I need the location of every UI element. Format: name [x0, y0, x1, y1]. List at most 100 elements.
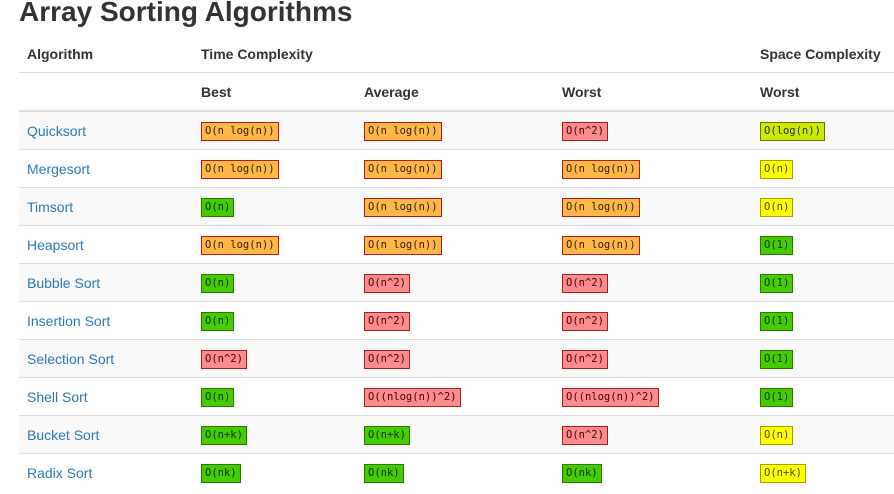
best-cell: O(n) [193, 187, 356, 226]
algorithm-link[interactable]: Heapsort [27, 237, 84, 253]
space-cell: O(1) [752, 377, 894, 416]
average-cell: O(n^2) [356, 301, 554, 340]
best-complexity-badge: O(n^2) [201, 349, 247, 369]
space-complexity-badge: O(1) [760, 311, 794, 331]
average-cell: O(n log(n)) [356, 187, 554, 226]
best-complexity-badge: O(n) [201, 311, 235, 331]
algorithm-link[interactable]: Radix Sort [27, 465, 92, 481]
best-complexity-badge: O(n log(n)) [201, 235, 279, 255]
space-cell: O(1) [752, 301, 894, 340]
best-complexity-badge: O(n) [201, 273, 235, 293]
best-complexity-badge: O(n log(n)) [201, 159, 279, 179]
average-complexity-badge: O(n^2) [364, 349, 410, 369]
table-row: Mergesort O(n log(n)) O(n log(n)) O(n log(n… [19, 149, 894, 188]
worst-complexity-badge: O(n log(n)) [562, 235, 640, 255]
space-complexity-badge: O(n) [760, 159, 794, 179]
average-cell: O(n+k) [356, 415, 554, 454]
algorithm-cell: Shell Sort [19, 377, 193, 416]
algorithm-link[interactable]: Selection Sort [27, 351, 114, 367]
sorting-complexity-table: Algorithm Time Complexity Space Complexi… [19, 36, 894, 491]
average-complexity-badge: O((nlog(n))^2) [364, 387, 461, 407]
worst-cell: O(n^2) [554, 263, 752, 302]
algorithm-link[interactable]: Shell Sort [27, 389, 88, 405]
average-complexity-badge: O(n^2) [364, 311, 410, 331]
space-cell: O(1) [752, 225, 894, 264]
header-space-worst: Worst [752, 72, 894, 112]
best-cell: O(n) [193, 263, 356, 302]
space-complexity-badge: O(1) [760, 349, 794, 369]
page-title: Array Sorting Algorithms [19, 0, 353, 27]
space-cell: O(log(n)) [752, 110, 894, 150]
average-cell: O(n log(n)) [356, 225, 554, 264]
average-cell: O(n log(n)) [356, 110, 554, 150]
space-cell: O(1) [752, 339, 894, 378]
best-complexity-badge: O(n) [201, 197, 235, 217]
worst-cell: O(n^2) [554, 301, 752, 340]
header-algorithm: Algorithm [19, 36, 193, 73]
average-cell: O((nlog(n))^2) [356, 377, 554, 416]
best-cell: O(n) [193, 377, 356, 416]
worst-cell: O(n log(n)) [554, 225, 752, 264]
space-complexity-badge: O(n+k) [760, 463, 806, 483]
algorithm-link[interactable]: Bubble Sort [27, 275, 100, 291]
space-cell: O(n) [752, 415, 894, 454]
best-cell: O(n log(n)) [193, 225, 356, 264]
worst-complexity-badge: O(nk) [562, 463, 602, 483]
header-space-complexity: Space Complexity [752, 36, 894, 73]
space-complexity-badge: O(1) [760, 387, 794, 407]
algorithm-link[interactable]: Timsort [27, 199, 73, 215]
average-cell: O(n^2) [356, 339, 554, 378]
average-complexity-badge: O(n log(n)) [364, 235, 442, 255]
average-complexity-badge: O(n log(n)) [364, 159, 442, 179]
table-row: Insertion Sort O(n) O(n^2) O(n^2) O(1) [19, 301, 894, 340]
table-row: Quicksort O(n log(n)) O(n log(n)) O(n^2) O(l… [19, 110, 894, 150]
worst-cell: O(nk) [554, 453, 752, 491]
table-body: Quicksort O(n log(n)) O(n log(n)) O(n^2) O(l… [19, 110, 894, 491]
best-cell: O(nk) [193, 453, 356, 491]
algorithm-cell: Quicksort [19, 110, 193, 150]
worst-cell: O(n log(n)) [554, 149, 752, 188]
algorithm-link[interactable]: Quicksort [27, 123, 86, 139]
algorithm-link[interactable]: Bucket Sort [27, 427, 99, 443]
space-complexity-badge: O(1) [760, 273, 794, 293]
algorithm-link[interactable]: Mergesort [27, 161, 90, 177]
table-row: Timsort O(n) O(n log(n)) O(n log(n)) O(n) [19, 187, 894, 226]
space-cell: O(n) [752, 187, 894, 226]
algorithm-cell: Insertion Sort [19, 301, 193, 340]
space-complexity-badge: O(n) [760, 197, 794, 217]
table-row: Radix Sort O(nk) O(nk) O(nk) O(n+k) [19, 453, 894, 491]
average-complexity-badge: O(nk) [364, 463, 404, 483]
worst-cell: O(n^2) [554, 339, 752, 378]
space-complexity-badge: O(log(n)) [760, 121, 825, 141]
space-cell: O(n) [752, 149, 894, 188]
table-row: Shell Sort O(n) O((nlog(n))^2) O((nlog(n))^… [19, 377, 894, 416]
best-complexity-badge: O(nk) [201, 463, 241, 483]
worst-cell: O(n log(n)) [554, 187, 752, 226]
worst-complexity-badge: O(n^2) [562, 349, 608, 369]
best-cell: O(n) [193, 301, 356, 340]
worst-complexity-badge: O(n^2) [562, 121, 608, 141]
worst-cell: O((nlog(n))^2) [554, 377, 752, 416]
worst-complexity-badge: O(n log(n)) [562, 197, 640, 217]
best-complexity-badge: O(n log(n)) [201, 121, 279, 141]
worst-complexity-badge: O((nlog(n))^2) [562, 387, 659, 407]
header-time-complexity: Time Complexity [193, 36, 752, 73]
best-cell: O(n+k) [193, 415, 356, 454]
header-average: Average [356, 72, 554, 112]
best-cell: O(n^2) [193, 339, 356, 378]
average-cell: O(n log(n)) [356, 149, 554, 188]
average-cell: O(n^2) [356, 263, 554, 302]
header-row-groups: Algorithm Time Complexity Space Complexi… [19, 36, 894, 73]
average-complexity-badge: O(n log(n)) [364, 121, 442, 141]
algorithm-cell: Radix Sort [19, 453, 193, 491]
algorithm-link[interactable]: Insertion Sort [27, 313, 110, 329]
algorithm-cell: Mergesort [19, 149, 193, 188]
worst-complexity-badge: O(n^2) [562, 273, 608, 293]
average-cell: O(nk) [356, 453, 554, 491]
table-row: Bubble Sort O(n) O(n^2) O(n^2) O(1) [19, 263, 894, 302]
table-row: Bucket Sort O(n+k) O(n+k) O(n^2) O(n) [19, 415, 894, 454]
space-complexity-badge: O(n) [760, 425, 794, 445]
space-cell: O(n+k) [752, 453, 894, 491]
worst-complexity-badge: O(n log(n)) [562, 159, 640, 179]
average-complexity-badge: O(n^2) [364, 273, 410, 293]
